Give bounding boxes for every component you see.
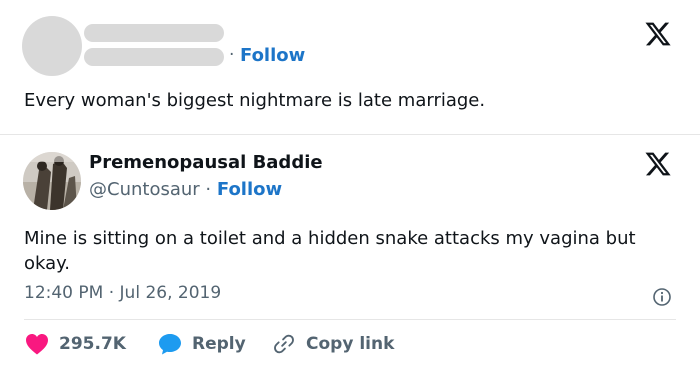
tweet-text: Mine is sitting on a toilet and a hidden…	[24, 226, 664, 276]
author-handle[interactable]: @Cuntosaur	[89, 179, 200, 200]
divider	[24, 319, 676, 320]
heart-icon	[26, 334, 48, 355]
x-logo-icon[interactable]	[643, 150, 673, 178]
x-logo-icon[interactable]	[643, 20, 673, 48]
author-handle-placeholder	[84, 48, 224, 66]
author-name[interactable]: Premenopausal Baddie	[89, 152, 323, 173]
reply-bubble-icon	[159, 334, 181, 355]
follow-button[interactable]: Follow	[217, 179, 282, 200]
tweet-text-line-2: okay.	[24, 253, 70, 274]
copy-link-label: Copy link	[306, 334, 395, 354]
separator-dot: ·	[205, 179, 212, 200]
author-name-placeholder	[84, 24, 224, 42]
tweet-text-line-1: Mine is sitting on a toilet and a hidden…	[24, 228, 636, 249]
like-button[interactable]: 295.7K	[25, 333, 126, 355]
copy-link-button[interactable]: Copy link	[272, 333, 394, 355]
like-count: 295.7K	[59, 334, 126, 354]
follow-button[interactable]: Follow	[240, 45, 305, 66]
avatar[interactable]	[23, 152, 81, 210]
embedded-tweet-card-1: · Follow Every woman's biggest nightmare…	[0, 0, 700, 134]
separator-dot: ·	[229, 45, 235, 65]
author-handle-line: @Cuntosaur · Follow	[89, 179, 282, 200]
reply-label: Reply	[192, 334, 246, 354]
tweet-timestamp[interactable]: 12:40 PM · Jul 26, 2019	[24, 283, 221, 303]
tweet-text: Every woman's biggest nightmare is late …	[24, 90, 486, 111]
link-icon	[274, 334, 294, 354]
reply-button[interactable]: Reply	[158, 333, 246, 355]
info-icon[interactable]	[652, 287, 672, 307]
avatar-placeholder	[22, 16, 82, 76]
